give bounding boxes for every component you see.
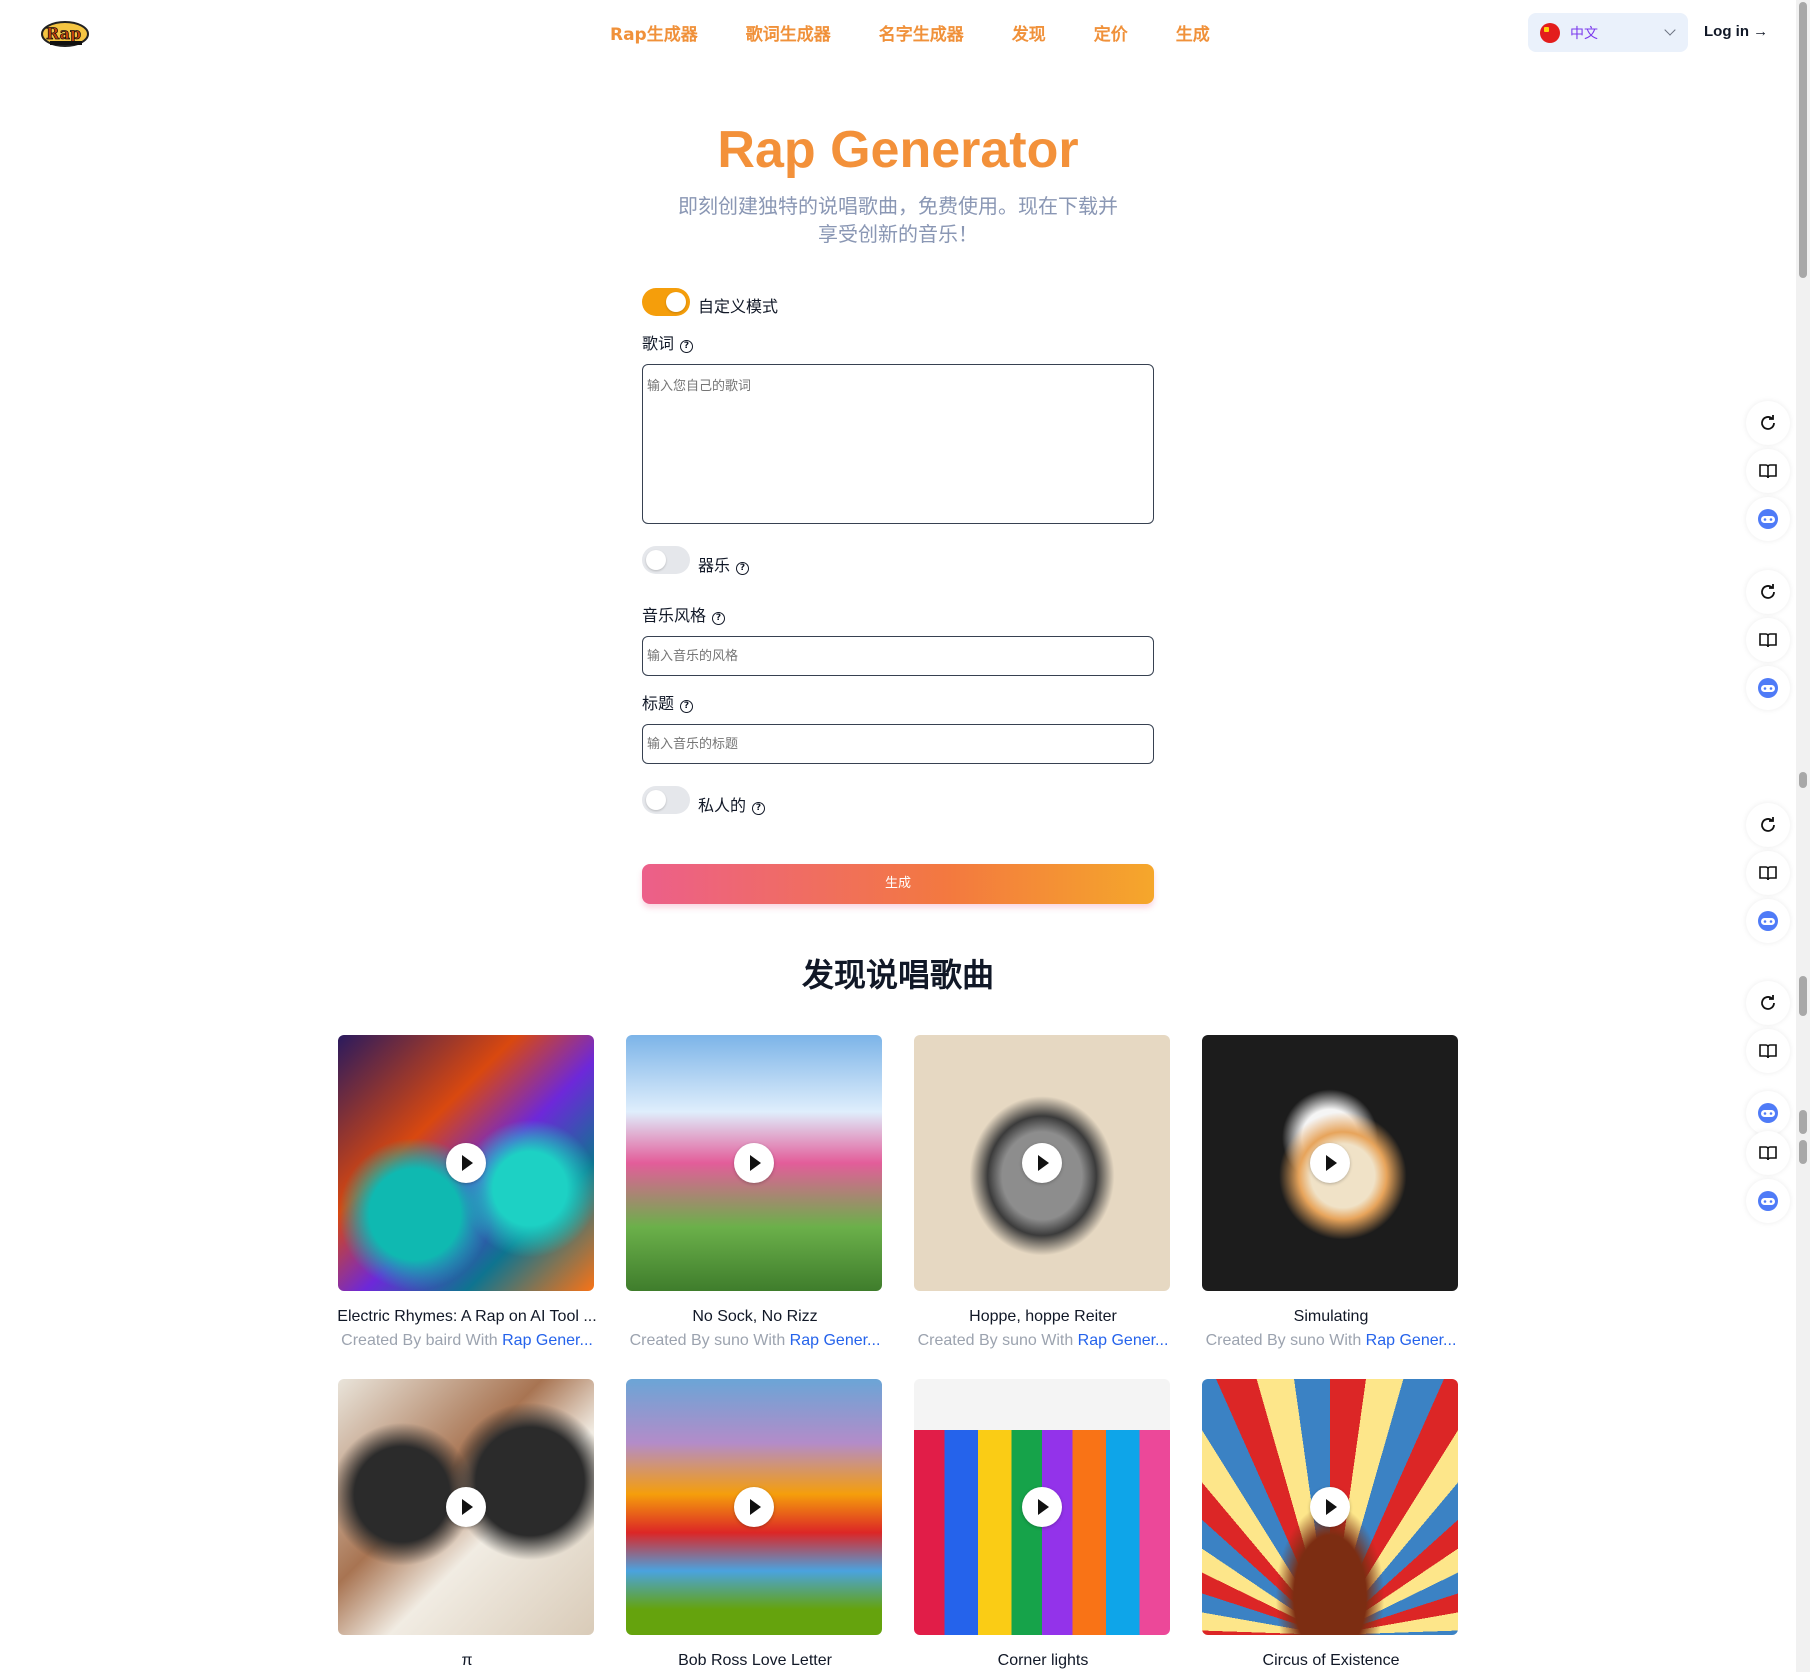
song-credit: Created By suno With Rap Gener... <box>1193 1332 1469 1350</box>
custom-mode-toggle[interactable] <box>642 288 690 316</box>
style-label-text: 音乐风格 <box>642 606 707 625</box>
custom-mode-label: 自定义模式 <box>698 297 779 316</box>
scrollbar-thumb[interactable] <box>1799 2 1807 278</box>
robot-icon[interactable] <box>1746 497 1790 541</box>
song-cover[interactable] <box>626 1379 882 1635</box>
song-title[interactable]: π <box>329 1652 605 1670</box>
book-icon[interactable] <box>1746 449 1790 493</box>
book-icon[interactable] <box>1746 1029 1790 1073</box>
book-icon[interactable] <box>1746 851 1790 895</box>
logo[interactable]: Rap <box>40 14 90 50</box>
song-credit-text: Created By suno With <box>629 1332 790 1349</box>
help-icon[interactable]: ? <box>712 612 726 625</box>
lyrics-label: 歌词? <box>642 330 694 354</box>
refresh-icon[interactable] <box>1746 803 1790 847</box>
refresh-icon[interactable] <box>1746 570 1790 614</box>
song-credit: Created By baird With Rap Gener... <box>329 1332 605 1350</box>
lyrics-label-text: 歌词 <box>642 334 675 353</box>
svg-text:Rap: Rap <box>46 24 81 43</box>
song-cover[interactable] <box>626 1035 882 1291</box>
book-icon[interactable] <box>1746 618 1790 662</box>
song-title[interactable]: Corner lights <box>905 1652 1181 1670</box>
song-cover[interactable] <box>338 1379 594 1635</box>
nav-name-generator[interactable]: 名字生成器 <box>879 20 964 45</box>
help-icon[interactable]: ? <box>752 802 766 815</box>
chevron-down-icon <box>1664 24 1676 36</box>
nav-pricing[interactable]: 定价 <box>1094 20 1128 45</box>
page-subtitle: 即刻创建独特的说唱歌曲，免费使用。现在下载并享受创新的音乐！ <box>678 194 1118 246</box>
help-icon[interactable]: ? <box>680 700 694 713</box>
help-icon[interactable]: ? <box>736 562 750 575</box>
play-icon[interactable] <box>1310 1143 1350 1183</box>
toggle-knob <box>646 790 666 810</box>
nav-generate[interactable]: 生成 <box>1176 20 1210 45</box>
song-credit-text: Created By suno With <box>917 1332 1078 1349</box>
song-title[interactable]: No Sock, No Rizz <box>617 1308 893 1326</box>
generate-button[interactable]: 生成 <box>642 864 1154 904</box>
refresh-icon[interactable] <box>1746 401 1790 445</box>
song-cover[interactable] <box>338 1035 594 1291</box>
song-credit-link[interactable]: Rap Gener... <box>1366 1332 1457 1349</box>
song-cover[interactable] <box>914 1379 1170 1635</box>
song-title[interactable]: Simulating <box>1193 1308 1469 1326</box>
play-icon[interactable] <box>1310 1487 1350 1527</box>
play-icon[interactable] <box>734 1487 774 1527</box>
robot-icon[interactable] <box>1746 666 1790 710</box>
song-credit-link[interactable]: Rap Gener... <box>502 1332 593 1349</box>
scrollbar-thumb[interactable] <box>1799 772 1807 788</box>
song-title[interactable]: Bob Ross Love Letter <box>617 1652 893 1670</box>
play-icon[interactable] <box>1022 1487 1062 1527</box>
nav-lyrics-generator[interactable]: 歌词生成器 <box>746 20 831 45</box>
scrollbar-thumb[interactable] <box>1799 976 1807 1016</box>
song-cover[interactable] <box>914 1035 1170 1291</box>
play-icon[interactable] <box>446 1143 486 1183</box>
style-label: 音乐风格? <box>642 602 726 626</box>
title-label: 标题? <box>642 690 694 714</box>
discover-title: 发现说唱歌曲 <box>801 956 994 994</box>
refresh-icon[interactable] <box>1746 981 1790 1025</box>
scrollbar-thumb[interactable] <box>1799 1110 1807 1134</box>
toggle-knob <box>646 550 666 570</box>
instrumental-label: 器乐? <box>698 552 750 576</box>
help-icon[interactable]: ? <box>680 340 694 353</box>
instrumental-toggle[interactable] <box>642 546 690 574</box>
song-cover[interactable] <box>1202 1035 1458 1291</box>
style-input[interactable] <box>642 636 1154 676</box>
title-input[interactable] <box>642 724 1154 764</box>
song-credit: Created By suno With Rap Gener... <box>905 1332 1181 1350</box>
song-title[interactable]: Circus of Existence <box>1193 1652 1469 1670</box>
lyrics-textarea[interactable] <box>642 364 1154 524</box>
robot-icon[interactable] <box>1746 899 1790 943</box>
china-flag-icon <box>1540 22 1560 43</box>
song-credit-link[interactable]: Rap Gener... <box>1078 1332 1169 1349</box>
robot-icon[interactable] <box>1746 1179 1790 1223</box>
toggle-knob <box>666 292 686 312</box>
title-label-text: 标题 <box>642 694 675 713</box>
nav-rap-generator[interactable]: Rap生成器 <box>610 20 698 45</box>
private-label: 私人的? <box>698 792 766 816</box>
book-icon[interactable] <box>1746 1131 1790 1175</box>
login-link[interactable]: Log in → <box>1704 23 1768 40</box>
play-icon[interactable] <box>1022 1143 1062 1183</box>
play-icon[interactable] <box>734 1143 774 1183</box>
top-header: Rap Rap生成器 歌词生成器 名字生成器 发现 定价 生成 中文 Log i… <box>0 0 1810 66</box>
page-title: Rap Generator <box>717 121 1079 179</box>
song-credit-text: Created By baird With <box>341 1332 503 1349</box>
song-credit: Created By suno With Rap Gener... <box>617 1332 893 1350</box>
language-select[interactable]: 中文 <box>1528 13 1688 52</box>
language-value: 中文 <box>1570 25 1598 42</box>
private-toggle[interactable] <box>642 786 690 814</box>
song-title[interactable]: Electric Rhymes: A Rap on AI Tool ... <box>329 1308 605 1326</box>
song-credit-link[interactable]: Rap Gener... <box>790 1332 881 1349</box>
nav-discover[interactable]: 发现 <box>1012 20 1046 45</box>
scrollbar-thumb[interactable] <box>1799 1140 1807 1164</box>
play-icon[interactable] <box>446 1487 486 1527</box>
song-title[interactable]: Hoppe, hoppe Reiter <box>905 1308 1181 1326</box>
main-nav: Rap生成器 歌词生成器 名字生成器 发现 定价 生成 <box>610 20 1258 45</box>
private-label-text: 私人的 <box>698 796 747 815</box>
song-credit-text: Created By suno With <box>1205 1332 1366 1349</box>
song-cover[interactable] <box>1202 1379 1458 1635</box>
instrumental-label-text: 器乐 <box>698 556 731 575</box>
robot-icon[interactable] <box>1746 1091 1790 1135</box>
